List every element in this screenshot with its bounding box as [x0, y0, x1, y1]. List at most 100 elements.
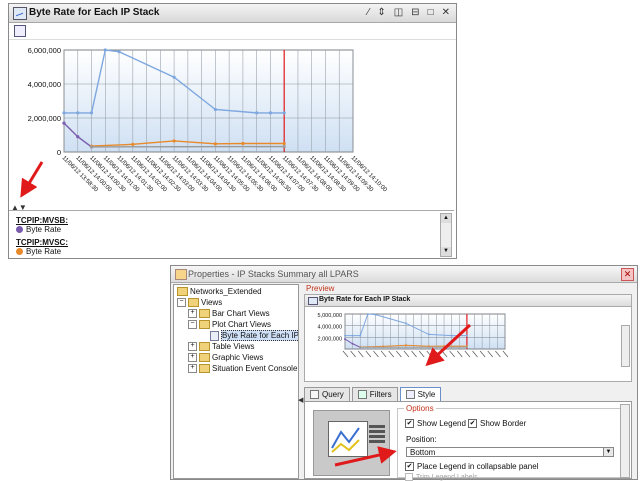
data-point: [466, 335, 468, 337]
data-point: [62, 122, 65, 125]
tree-item-label: Plot Chart Views: [212, 320, 271, 329]
style-pane: Options ✔Show Legend ✔Show Border Positi…: [304, 401, 632, 479]
chart-area: 6,000,0004,000,0002,000,000011/06/12 13:…: [9, 40, 456, 205]
collapse-icon[interactable]: −: [177, 298, 186, 307]
tab-query[interactable]: Query: [304, 387, 350, 401]
folder-icon: [199, 364, 210, 373]
expand-icon[interactable]: +: [188, 342, 197, 351]
show-border-checkbox[interactable]: ✔Show Border: [468, 419, 526, 428]
tree-item-networks-extended[interactable]: Networks_Extended: [177, 287, 262, 297]
data-point: [283, 145, 286, 148]
x-tick-label: [404, 351, 409, 357]
tab-label: Style: [418, 389, 436, 400]
x-tick-label: [450, 351, 455, 357]
data-point: [269, 111, 272, 114]
show-legend-checkbox[interactable]: ✔Show Legend: [405, 419, 466, 428]
data-point: [466, 346, 468, 348]
data-point: [255, 111, 258, 114]
tree-item-bar-chart-views[interactable]: +Bar Chart Views: [188, 309, 270, 319]
data-point: [117, 50, 120, 53]
thumbnail-graph-icon: [329, 422, 367, 456]
swap-icon[interactable]: ⇕: [377, 7, 385, 18]
place-legend-checkbox[interactable]: ✔Place Legend in collapsable panel: [405, 462, 538, 471]
data-point: [76, 135, 79, 138]
view-tree: Networks_Extended −Views +Bar Chart View…: [173, 284, 299, 479]
data-point: [352, 335, 354, 337]
split-horizontal-icon[interactable]: ⊟: [411, 7, 419, 18]
legend-scrollbar[interactable]: ▲ ▼: [440, 213, 452, 257]
data-point: [172, 139, 175, 142]
y-tick-label: 5,000,000: [318, 313, 342, 319]
x-tick-label: [358, 351, 363, 357]
chevron-down-icon[interactable]: ▼: [603, 448, 613, 456]
show-border-label: Show Border: [480, 419, 526, 428]
expand-icon[interactable]: +: [188, 353, 197, 362]
x-tick-label: [488, 351, 493, 357]
splitter-arrow-icon[interactable]: ◀: [298, 396, 303, 404]
chart-window: Byte Rate for Each IP Stack ⁄ ⇕ ◫ ⊟ □ ✕ …: [8, 3, 457, 259]
data-point: [214, 142, 217, 145]
data-point: [104, 48, 107, 51]
expand-icon[interactable]: +: [188, 364, 197, 373]
x-tick-label: [503, 351, 508, 357]
tree-item-table-views[interactable]: +Table Views: [188, 342, 255, 352]
checkbox-checked-icon[interactable]: ✔: [468, 419, 477, 428]
legend-entry: TCPIP:MVSB: Byte Rate: [16, 216, 68, 234]
tree-item-label: Situation Event Console View: [212, 364, 299, 373]
query-icon: [310, 390, 319, 399]
close-button[interactable]: ✕: [621, 268, 634, 281]
tab-style[interactable]: Style: [400, 387, 442, 401]
data-point: [90, 145, 93, 148]
properties-icon[interactable]: [14, 25, 26, 37]
folder-icon: [199, 342, 210, 351]
place-legend-label: Place Legend in collapsable panel: [417, 462, 538, 471]
edit-icon[interactable]: ⁄: [368, 7, 370, 18]
collapse-icon[interactable]: −: [188, 320, 197, 329]
data-point: [405, 344, 407, 346]
tree-item-byte-rate-view[interactable]: Byte Rate for Each IP Sta: [210, 331, 299, 341]
checkbox-checked-icon[interactable]: ✔: [405, 462, 414, 471]
close-icon[interactable]: ✕: [442, 7, 450, 18]
preview-scrollbar[interactable]: [621, 325, 630, 367]
x-tick-label: [366, 351, 371, 357]
tab-label: Query: [322, 389, 344, 400]
legend-entry-series: Byte Rate: [26, 225, 61, 234]
scroll-down-icon[interactable]: ▼: [441, 247, 451, 256]
data-point: [451, 335, 453, 337]
data-point: [283, 111, 286, 114]
style-pane-scrollbar[interactable]: [620, 404, 630, 478]
legend-entry-series: Byte Rate: [26, 247, 61, 256]
tree-item-graphic-views[interactable]: + Graphic Views: [188, 353, 263, 363]
legend-entry: TCPIP:MVSC: Byte Rate: [16, 238, 68, 256]
filter-icon: [358, 390, 367, 399]
checkbox-checked-icon[interactable]: ✔: [405, 419, 414, 428]
preview-title: Byte Rate for Each IP Stack: [319, 296, 410, 303]
data-point: [344, 335, 346, 337]
tab-filters[interactable]: Filters: [352, 387, 398, 401]
preview-label: Preview: [306, 284, 334, 293]
x-tick-label: [495, 351, 500, 357]
data-point: [428, 333, 430, 335]
preview-titlebar: Byte Rate for Each IP Stack: [305, 295, 631, 307]
x-tick-label: [396, 351, 401, 357]
split-vertical-icon[interactable]: ◫: [394, 7, 403, 18]
tree-item-label: Networks_Extended: [190, 287, 262, 296]
properties-title: Properties - IP Stacks Summary all LPARS: [188, 269, 359, 279]
tree-item-situation-event-console-view[interactable]: + Situation Event Console View: [188, 364, 299, 374]
options-label: Options: [404, 404, 436, 413]
scroll-up-icon[interactable]: ▲: [441, 214, 451, 223]
data-point: [374, 314, 376, 316]
maximize-icon[interactable]: □: [428, 7, 434, 18]
x-tick-label: [442, 351, 447, 357]
legend-entry-name: TCPIP:MVSC:: [16, 238, 68, 247]
folder-icon: [199, 353, 210, 362]
style-icon: [406, 390, 415, 399]
tree-item-label: Graphic Views: [212, 353, 263, 362]
chart-icon: [13, 7, 27, 20]
expand-icon[interactable]: +: [188, 309, 197, 318]
position-select[interactable]: Bottom ▼: [406, 447, 614, 457]
tree-item-views[interactable]: −Views: [177, 298, 222, 308]
tree-item-plot-chart-views[interactable]: − Plot Chart Views: [188, 320, 271, 330]
show-legend-label: Show Legend: [417, 419, 466, 428]
y-tick-label: 2,000,000: [318, 336, 342, 342]
